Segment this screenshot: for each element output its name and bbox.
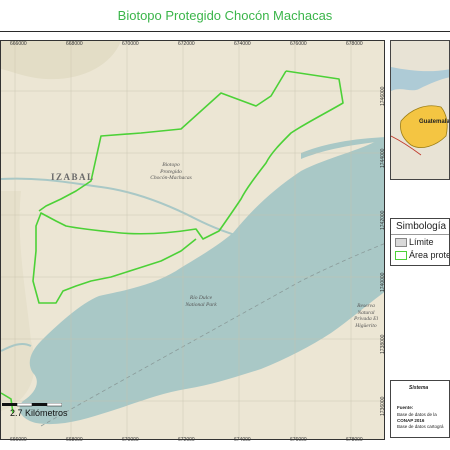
locator-map[interactable]: Guatemala (390, 40, 450, 180)
grid-label-top: 674000 (234, 41, 251, 47)
locator-country-label: Guatemala (419, 119, 450, 125)
grid-label-bottom: 668000 (66, 437, 83, 443)
main-map[interactable]: IZABAL Biotopo Protegido Chocón-Machacas… (0, 40, 385, 440)
grid-label-bottom: 674000 (234, 437, 251, 443)
map-canvas (1, 41, 384, 439)
park-label: Río Dulce National Park (185, 295, 217, 308)
grid-label-right: 1736000 (380, 396, 386, 416)
map-title: Biotopo Protegido Chocón Machacas (117, 8, 333, 23)
title-divider (0, 31, 450, 32)
grid-label-bottom: 672000 (178, 437, 195, 443)
grid-label-top: 676000 (290, 41, 307, 47)
grid-label-bottom: 678000 (346, 437, 363, 443)
grid-label-top: 678000 (346, 41, 363, 47)
reserve-label: Reserva Natural Privada El Higüerito (354, 303, 378, 329)
locator-canvas (391, 41, 449, 179)
grid-label-right: 1746000 (380, 86, 386, 106)
legend-title: Simbología (396, 221, 447, 232)
sources-line: Base de datos de la (397, 412, 437, 417)
sources-line: Base de datos cartográ (397, 424, 444, 429)
legend-panel: Simbología Límite Área protegida (390, 218, 450, 266)
department-label: IZABAL (51, 172, 95, 182)
grid-label-top: 668000 (66, 41, 83, 47)
locator-land-north (391, 41, 449, 72)
legend-label-limite: Límite (409, 237, 434, 247)
grid-label-right: 1744000 (380, 148, 386, 168)
legend-divider (391, 234, 449, 235)
grid-label-top: 672000 (178, 41, 195, 47)
grid-label-right: 1742000 (380, 210, 386, 230)
grid-label-bottom: 666000 (10, 437, 27, 443)
sources-panel: Sistema Fuente: Base de datos de la CONA… (390, 380, 450, 438)
scale-label: 2.7 Kilómetros (10, 408, 68, 418)
legend-label-protected-area: Área protegida (409, 250, 449, 260)
grid-label-bottom: 670000 (122, 437, 139, 443)
sources-label: Fuente: (397, 405, 414, 410)
legend-swatch-limite (395, 238, 407, 247)
legend-swatch-protected-area (395, 251, 407, 260)
grid-label-top: 666000 (10, 41, 27, 47)
grid-label-bottom: 676000 (290, 437, 307, 443)
sources-header: Sistema (409, 385, 429, 391)
grid-label-right: 1740000 (380, 272, 386, 292)
sources-line: CONAP 2016 (397, 418, 425, 423)
grid-label-top: 670000 (122, 41, 139, 47)
grid-label-right: 1738000 (380, 334, 386, 354)
biotope-label: Biotopo Protegido Chocón-Machacas (150, 162, 192, 182)
